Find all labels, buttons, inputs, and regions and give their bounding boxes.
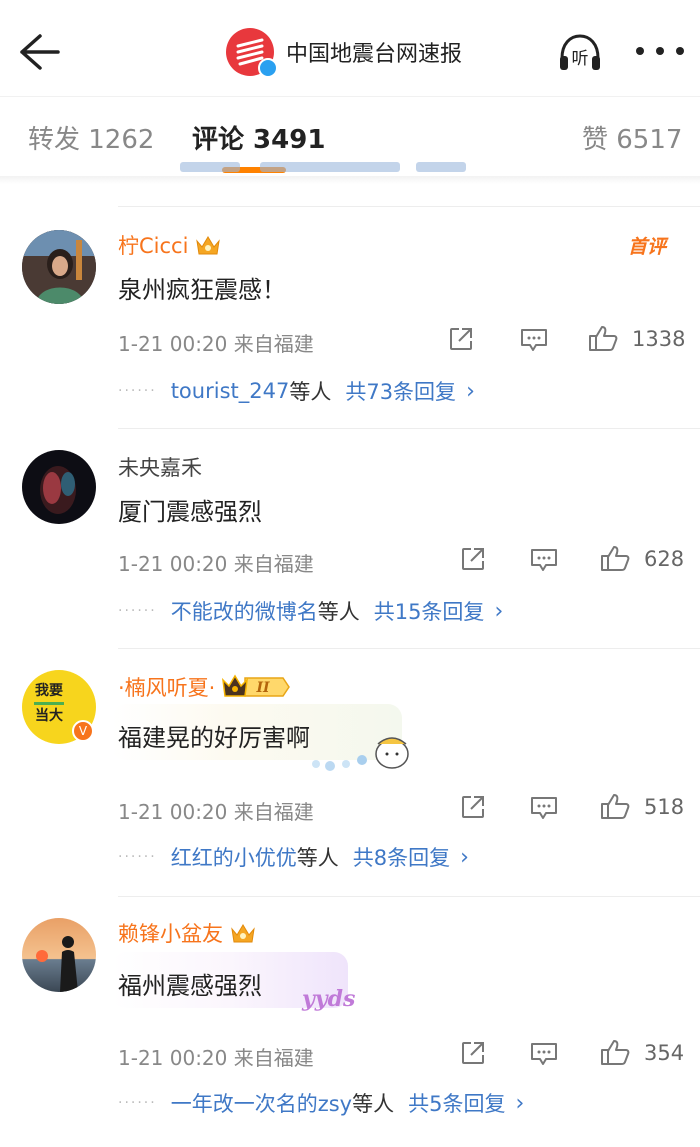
reply-count[interactable]: 共73条回复 (345, 376, 456, 406)
sticker-decoration (312, 737, 409, 771)
comment-icon (531, 549, 557, 571)
verified-icon: V (72, 720, 94, 742)
replies-summary[interactable]: ······ tourist_247 等人 共73条回复 › (118, 376, 475, 406)
tab-reposts[interactable]: 转发 1262 (28, 119, 154, 156)
comment-meta: 1-21 00:20 来自福建 (118, 332, 314, 356)
like-icon (601, 1040, 630, 1065)
comment-item[interactable]: 柠Cicci 首评 泉州疯狂震感！ 1-21 00:20 来自福建 1338 ·… (0, 208, 700, 428)
crown-level-icon: II (222, 674, 291, 697)
reply-users[interactable]: 红红的小优优 (171, 842, 297, 872)
account-title[interactable]: 中国地震台网速报 (226, 24, 462, 80)
comment-icon (531, 1043, 557, 1065)
tab-likes[interactable]: 赞 6517 (582, 119, 682, 156)
avatar[interactable] (22, 450, 96, 524)
comment-username[interactable]: 赖锋小盆友 (118, 918, 223, 948)
chevron-right-icon: › (460, 844, 469, 870)
share-button[interactable] (460, 1040, 486, 1066)
chevron-right-icon: › (466, 378, 475, 404)
listen-label: 听 (572, 49, 589, 69)
replies-summary[interactable]: ······ 一年改一次名的zsy 等人 共5条回复 › (118, 1088, 524, 1118)
comment-text: 泉州疯狂震感！ (118, 276, 286, 304)
svg-text:II: II (256, 680, 271, 696)
chevron-right-icon: › (494, 598, 504, 624)
headphone-icon: 听 (560, 34, 600, 70)
account-logo (226, 28, 278, 78)
tab-comments[interactable]: 评论 3491 (192, 119, 325, 156)
comment-text: 厦门震感强烈 (118, 498, 262, 526)
share-icon (450, 328, 472, 350)
reply-button[interactable] (520, 328, 548, 352)
comment-username[interactable]: ·楠风听夏· (118, 672, 215, 702)
back-button[interactable] (16, 30, 66, 74)
share-button[interactable] (460, 546, 486, 572)
scrolled-previous-reply (180, 156, 480, 178)
first-comment-badge: 首评 (628, 236, 667, 258)
like-icon (601, 546, 630, 571)
comment-meta: 1-21 00:20 来自福建 (118, 1046, 314, 1070)
reply-count[interactable]: 共15条回复 (374, 596, 485, 626)
replies-summary[interactable]: ······ 红红的小优优 等人 共8条回复 › (118, 842, 469, 872)
like-count: 1338 (632, 327, 686, 351)
comment-text: 福州震感强烈 (118, 972, 262, 1000)
share-icon (462, 1042, 484, 1064)
bubble-sticker: yyds (302, 986, 356, 1012)
like-button[interactable] (600, 1038, 630, 1066)
comment-icon (531, 797, 557, 819)
comment-item[interactable]: 赖锋小盆友 福州震感强烈 yyds 1-21 00:20 来自福建 354 ··… (0, 898, 700, 1147)
like-icon (601, 794, 630, 819)
listen-button[interactable]: 听 (556, 28, 604, 76)
like-button[interactable] (588, 324, 618, 352)
reply-count[interactable]: 共8条回复 (353, 842, 450, 872)
reply-users[interactable]: 不能改的微博名 (171, 596, 318, 626)
like-button[interactable] (600, 792, 630, 820)
page-title: 中国地震台网速报 (286, 42, 463, 67)
like-count: 518 (644, 795, 685, 819)
like-icon (589, 326, 618, 351)
chevron-right-icon: › (515, 1090, 525, 1116)
top-bar: 中国地震台网速报 听 (0, 0, 700, 96)
like-count: 628 (644, 547, 685, 571)
comment-icon (521, 329, 547, 351)
share-icon (462, 548, 484, 570)
comment-username[interactable]: 未央嘉禾 (118, 452, 202, 482)
reply-users[interactable]: 一年改一次名的zsy (171, 1088, 352, 1118)
like-button[interactable] (600, 544, 630, 572)
more-icon (636, 47, 644, 55)
like-count: 354 (644, 1041, 685, 1065)
comment-item[interactable]: 我要 当大 V ·楠风听夏· II 福建晃的好厉害啊 1-21 00:20 来自… (0, 650, 700, 896)
avatar[interactable] (22, 918, 96, 992)
share-icon (462, 796, 484, 818)
share-button[interactable] (460, 794, 486, 820)
more-button[interactable] (636, 36, 684, 66)
comment-item[interactable]: 未央嘉禾 厦门震感强烈 1-21 00:20 来自福建 628 ······ 不… (0, 430, 700, 648)
comment-meta: 1-21 00:20 来自福建 (118, 800, 314, 824)
crown-icon (196, 236, 221, 255)
reply-users[interactable]: tourist_247 (171, 379, 290, 403)
reply-button[interactable] (530, 796, 558, 820)
comment-text: 福建晃的好厉害啊 (118, 724, 310, 752)
share-button[interactable] (448, 326, 474, 352)
reply-button[interactable] (530, 1042, 558, 1066)
replies-summary[interactable]: ······ 不能改的微博名 等人 共15条回复 › (118, 596, 503, 626)
comment-username[interactable]: 柠Cicci (118, 230, 188, 260)
comment-meta: 1-21 00:20 来自福建 (118, 552, 314, 576)
verified-icon (258, 58, 278, 78)
avatar[interactable] (22, 230, 96, 304)
crown-icon (231, 924, 255, 943)
reply-count[interactable]: 共5条回复 (408, 1088, 505, 1118)
reply-button[interactable] (530, 548, 558, 572)
back-arrow-icon (20, 34, 60, 70)
